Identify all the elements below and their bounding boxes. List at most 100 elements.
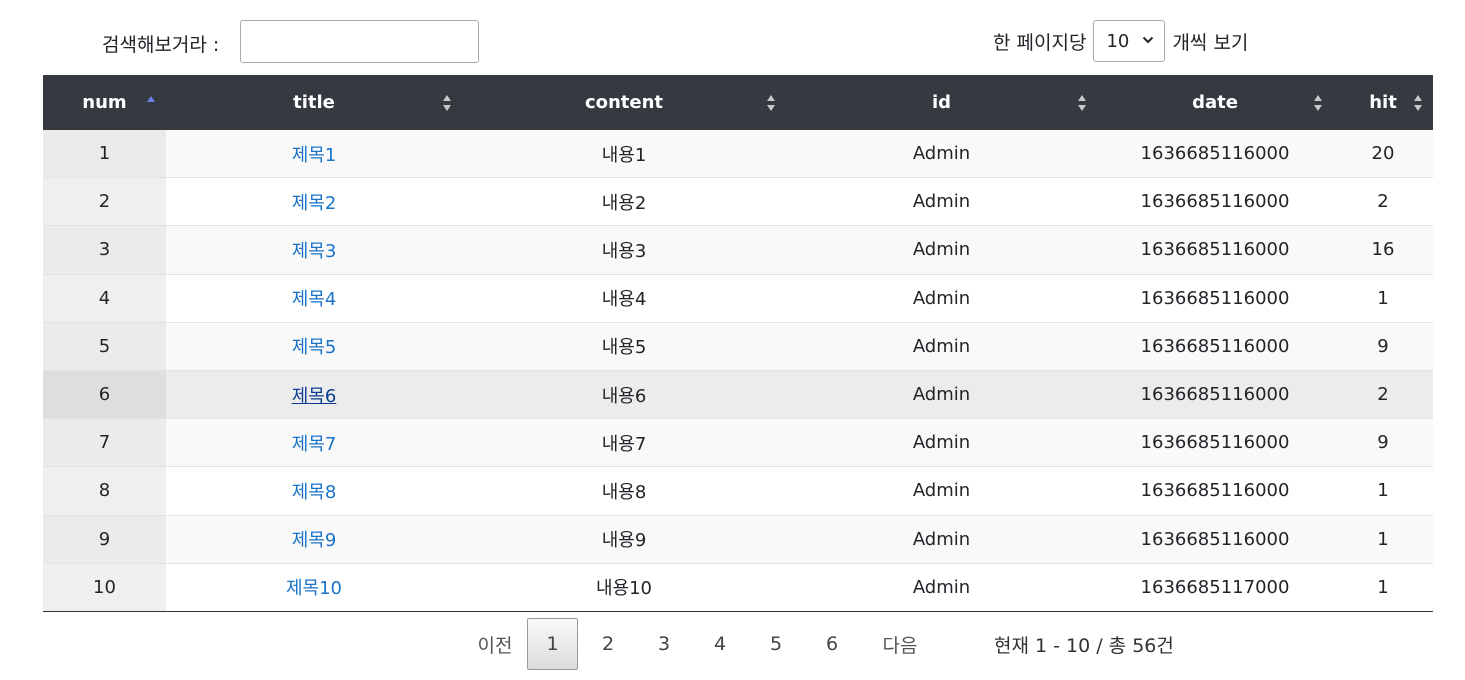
sort-both-icon xyxy=(1414,95,1422,111)
table-row[interactable]: 4 제목4 내용4 Admin 1636685116000 1 xyxy=(43,273,1433,323)
sort-both-icon xyxy=(1314,95,1322,111)
cell-title: 제목7 xyxy=(166,418,462,467)
cell-date: 1636685116000 xyxy=(1097,418,1333,467)
column-header-label: date xyxy=(1192,92,1238,113)
page-length-select[interactable]: 10 xyxy=(1093,20,1166,62)
title-link[interactable]: 제목7 xyxy=(292,434,337,455)
cell-hit: 1 xyxy=(1333,514,1433,564)
cell-content: 내용5 xyxy=(462,321,786,371)
title-link[interactable]: 제목8 xyxy=(292,482,337,503)
cell-id: Admin xyxy=(786,130,1097,178)
cell-content: 내용1 xyxy=(462,130,786,178)
cell-title: 제목1 xyxy=(166,130,462,178)
table-row[interactable]: 5 제목5 내용5 Admin 1636685116000 9 xyxy=(43,321,1433,371)
cell-date: 1636685116000 xyxy=(1097,369,1333,419)
cell-hit: 20 xyxy=(1333,130,1433,178)
page-button-2[interactable]: 2 xyxy=(580,618,636,670)
page-length-value: 10 xyxy=(1106,30,1130,52)
title-link[interactable]: 제목4 xyxy=(292,289,337,310)
cell-title: 제목9 xyxy=(166,514,462,564)
page-button-3[interactable]: 3 xyxy=(636,618,692,670)
cell-hit: 1 xyxy=(1333,273,1433,323)
sort-asc-icon xyxy=(147,96,155,102)
cell-title: 제목5 xyxy=(166,321,462,371)
cell-id: Admin xyxy=(786,514,1097,564)
table-row[interactable]: 8 제목8 내용8 Admin 1636685116000 1 xyxy=(43,466,1433,515)
table-row[interactable]: 2 제목2 내용2 Admin 1636685116000 2 xyxy=(43,177,1433,226)
cell-title: 제목10 xyxy=(166,562,462,612)
column-header-hit[interactable]: hit xyxy=(1333,75,1433,130)
page-button-5[interactable]: 5 xyxy=(748,618,804,670)
table-row[interactable]: 10 제목10 내용10 Admin 1636685117000 1 xyxy=(43,562,1433,612)
column-header-title[interactable]: title xyxy=(166,75,462,130)
search-input[interactable] xyxy=(240,20,479,63)
title-link[interactable]: 제목5 xyxy=(292,337,337,358)
cell-hit: 9 xyxy=(1333,321,1433,371)
column-header-label: hit xyxy=(1369,92,1397,113)
cell-num: 2 xyxy=(43,177,166,226)
cell-num: 3 xyxy=(43,225,166,275)
column-header-date[interactable]: date xyxy=(1097,75,1333,130)
page-button-6[interactable]: 6 xyxy=(804,618,860,670)
cell-id: Admin xyxy=(786,177,1097,226)
cell-date: 1636685117000 xyxy=(1097,562,1333,612)
title-link[interactable]: 제목6 xyxy=(292,386,337,407)
title-link[interactable]: 제목10 xyxy=(286,578,342,599)
cell-num: 7 xyxy=(43,418,166,467)
cell-id: Admin xyxy=(786,225,1097,275)
cell-content: 내용2 xyxy=(462,177,786,226)
cell-hit: 2 xyxy=(1333,177,1433,226)
next-page-button[interactable]: 다음 xyxy=(870,618,930,670)
prev-page-button[interactable]: 이전 xyxy=(465,618,525,670)
table-info: 현재 1 - 10 / 총 56건 xyxy=(994,635,1174,657)
cell-hit: 16 xyxy=(1333,225,1433,275)
table-row[interactable]: 9 제목9 내용9 Admin 1636685116000 1 xyxy=(43,514,1433,564)
sort-both-icon xyxy=(1078,95,1086,111)
cell-content: 내용4 xyxy=(462,273,786,323)
cell-date: 1636685116000 xyxy=(1097,514,1333,564)
cell-id: Admin xyxy=(786,562,1097,612)
cell-id: Admin xyxy=(786,418,1097,467)
cell-title: 제목2 xyxy=(166,177,462,226)
cell-title: 제목6 xyxy=(166,369,462,419)
cell-date: 1636685116000 xyxy=(1097,321,1333,371)
table-header: num title content id date hit xyxy=(43,75,1433,130)
cell-num: 10 xyxy=(43,562,166,612)
title-link[interactable]: 제목1 xyxy=(292,145,337,166)
cell-num: 5 xyxy=(43,321,166,371)
cell-content: 내용3 xyxy=(462,225,786,275)
board-table: num title content id date hit 1 제목1 내용1 Admin 163… xyxy=(43,75,1433,612)
title-link[interactable]: 제목3 xyxy=(292,241,337,262)
cell-title: 제목4 xyxy=(166,273,462,323)
table-body: 1 제목1 내용1 Admin 1636685116000 20 2 제목2 내용2 Admin 1… xyxy=(43,130,1433,612)
page-button-1[interactable]: 1 xyxy=(527,618,578,670)
cell-num: 6 xyxy=(43,369,166,419)
cell-hit: 1 xyxy=(1333,466,1433,515)
column-header-id[interactable]: id xyxy=(786,75,1097,130)
column-header-label: num xyxy=(82,92,127,113)
cell-hit: 1 xyxy=(1333,562,1433,612)
column-header-num[interactable]: num xyxy=(43,75,166,130)
column-header-content[interactable]: content xyxy=(462,75,786,130)
table-row[interactable]: 1 제목1 내용1 Admin 1636685116000 20 xyxy=(43,130,1433,178)
page-button-4[interactable]: 4 xyxy=(692,618,748,670)
cell-content: 내용10 xyxy=(462,562,786,612)
cell-date: 1636685116000 xyxy=(1097,466,1333,515)
chevron-down-icon xyxy=(1143,36,1154,44)
column-header-label: title xyxy=(293,92,335,113)
cell-num: 9 xyxy=(43,514,166,564)
cell-content: 내용6 xyxy=(462,369,786,419)
title-link[interactable]: 제목2 xyxy=(292,193,337,214)
column-header-label: id xyxy=(931,92,952,113)
cell-id: Admin xyxy=(786,466,1097,515)
cell-id: Admin xyxy=(786,273,1097,323)
table-row[interactable]: 7 제목7 내용7 Admin 1636685116000 9 xyxy=(43,418,1433,467)
table-row[interactable]: 6 제목6 내용6 Admin 1636685116000 2 xyxy=(43,369,1433,419)
table-row[interactable]: 3 제목3 내용3 Admin 1636685116000 16 xyxy=(43,225,1433,275)
cell-num: 4 xyxy=(43,273,166,323)
cell-title: 제목3 xyxy=(166,225,462,275)
sort-both-icon xyxy=(443,95,451,111)
title-link[interactable]: 제목9 xyxy=(292,530,337,551)
sort-both-icon xyxy=(767,95,775,111)
cell-title: 제목8 xyxy=(166,466,462,515)
